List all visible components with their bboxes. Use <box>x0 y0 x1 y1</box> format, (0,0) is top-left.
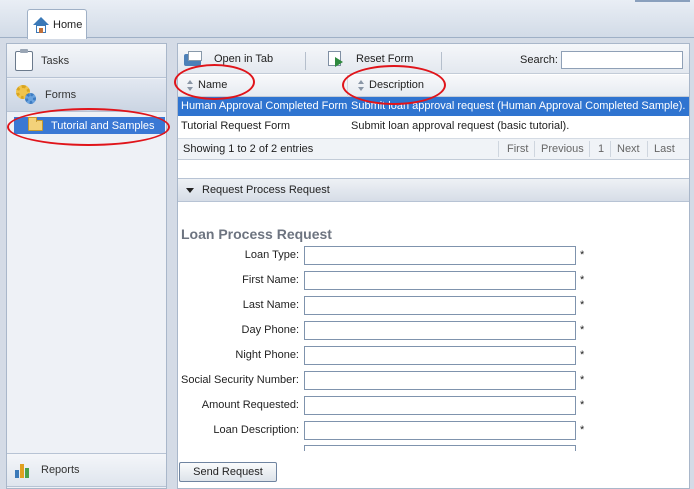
required-mark: * <box>580 299 585 311</box>
pager-previous-button[interactable]: Previous <box>541 143 584 155</box>
table-row[interactable]: Tutorial Request Form Submit loan approv… <box>178 117 689 136</box>
open-in-tab-label: Open in Tab <box>214 53 274 65</box>
folder-icon <box>28 117 43 131</box>
tab-home-label: Home <box>53 18 83 31</box>
cell-name: Tutorial Request Form <box>181 120 291 132</box>
toolbar-separator <box>305 52 306 70</box>
form-label-last-name: Last Name: <box>242 299 299 311</box>
cell-description: Submit loan approval request (Human Appr… <box>351 100 686 112</box>
reset-form-icon <box>326 51 346 67</box>
sidebar: Tasks Forms Tutorial and Samples Reports <box>6 43 167 489</box>
required-mark: * <box>580 274 585 286</box>
pager-separator <box>534 141 535 157</box>
pager-separator <box>589 141 590 157</box>
form-label-loan-type: Loan Type: <box>244 249 299 261</box>
tree-item-tutorial-and-samples[interactable]: Tutorial and Samples <box>14 117 165 134</box>
night-phone-field[interactable] <box>304 346 576 365</box>
search-input[interactable] <box>561 51 683 69</box>
section-title: Request Process Request <box>202 184 330 196</box>
required-mark: * <box>580 249 585 261</box>
toolbar-separator <box>441 52 442 70</box>
loan-description-field[interactable] <box>304 421 576 440</box>
form-label-night-phone: Night Phone: <box>235 349 299 361</box>
collapse-triangle-icon[interactable] <box>186 187 194 193</box>
main-panel: Open in Tab Reset Form Search: Name Desc… <box>177 43 690 489</box>
form-label-day-phone: Day Phone: <box>241 324 299 336</box>
search-label: Search: <box>520 54 558 66</box>
form-label-amount-requested: Amount Requested: <box>201 399 299 411</box>
pager-first-button[interactable]: First <box>507 143 528 155</box>
sidebar-item-label: Tasks <box>41 54 70 67</box>
open-in-tab-button[interactable]: Open in Tab <box>184 49 273 69</box>
loan-type-field[interactable] <box>304 246 576 265</box>
send-request-button[interactable]: Send Request <box>179 462 277 482</box>
required-mark: * <box>580 324 585 336</box>
cell-name: Human Approval Completed Form <box>181 100 348 112</box>
ssn-field[interactable] <box>304 371 576 390</box>
required-mark: * <box>580 424 585 436</box>
column-divider[interactable] <box>347 75 348 97</box>
required-mark: * <box>580 349 585 361</box>
tab-home[interactable]: Home <box>27 9 87 39</box>
table-row[interactable]: Human Approval Completed Form Submit loa… <box>178 97 689 116</box>
open-folder-icon <box>184 51 204 67</box>
top-tab-bar: Home <box>0 0 694 39</box>
last-name-field[interactable] <box>304 296 576 315</box>
toolbar: Open in Tab Reset Form Search: <box>178 44 689 74</box>
sidebar-item-tasks[interactable]: Tasks <box>7 44 166 78</box>
pager-separator <box>498 141 499 157</box>
home-icon <box>33 16 49 33</box>
sidebar-item-forms[interactable]: Forms <box>7 79 166 112</box>
sort-icon <box>358 79 365 91</box>
form-label-first-name: First Name: <box>242 274 299 286</box>
form-label-ssn: Social Security Number: <box>181 374 299 386</box>
chart-icon <box>15 462 33 478</box>
sort-icon <box>187 79 194 91</box>
cell-description: Submit loan approval request (basic tuto… <box>351 120 570 132</box>
gears-icon <box>15 84 37 106</box>
reset-form-button[interactable]: Reset Form <box>326 49 413 69</box>
loan-description-textarea-edge[interactable] <box>304 445 576 451</box>
form-title: Loan Process Request <box>181 226 332 242</box>
pager-info: Showing 1 to 2 of 2 entries <box>183 143 314 155</box>
pager-separator <box>610 141 611 157</box>
top-edge-bar <box>635 0 690 2</box>
grid-header: Name Description <box>178 75 689 97</box>
pager-last-button[interactable]: Last <box>654 143 675 155</box>
column-header-name[interactable]: Name <box>187 79 227 91</box>
pager-next-button[interactable]: Next <box>617 143 640 155</box>
required-mark: * <box>580 374 585 386</box>
column-header-description[interactable]: Description <box>358 79 424 91</box>
reset-form-label: Reset Form <box>356 53 414 65</box>
tree-item-label: Tutorial and Samples <box>51 119 155 132</box>
first-name-field[interactable] <box>304 271 576 290</box>
sidebar-item-label: Reports <box>41 464 80 476</box>
panel-gap <box>178 161 689 177</box>
amount-requested-field[interactable] <box>304 396 576 415</box>
column-header-label: Name <box>198 79 228 91</box>
pager-separator <box>647 141 648 157</box>
form-label-loan-description: Loan Description: <box>213 424 299 436</box>
section-header[interactable]: Request Process Request <box>178 178 689 202</box>
sidebar-item-reports[interactable]: Reports <box>7 453 166 487</box>
day-phone-field[interactable] <box>304 321 576 340</box>
pager-page-number[interactable]: 1 <box>598 143 604 155</box>
sidebar-item-label: Forms <box>45 89 77 101</box>
clipboard-icon <box>15 48 33 71</box>
column-header-label: Description <box>369 79 425 91</box>
pager: Showing 1 to 2 of 2 entries First Previo… <box>178 138 689 160</box>
required-mark: * <box>580 399 585 411</box>
